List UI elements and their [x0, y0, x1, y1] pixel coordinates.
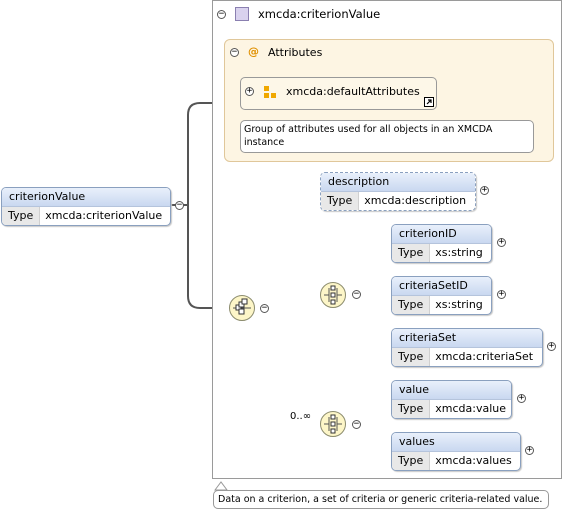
external-link-icon[interactable] [424, 97, 434, 107]
element-criteriaSet[interactable]: criteriaSet Type xmcda:criteriaSet [391, 328, 543, 367]
element-criterionID[interactable]: criterionID Type xs:string [391, 224, 492, 263]
attribute-at-icon: @ [248, 45, 259, 58]
type-value: xmcda:criterionValue [45, 209, 163, 222]
complex-type-icon [235, 7, 249, 21]
type-label: Type [2, 207, 41, 225]
complex-type-name: xmcda:criterionValue [258, 7, 381, 21]
expand-value-button[interactable]: + [517, 394, 526, 403]
element-name: value [392, 381, 511, 400]
choice-icon [324, 414, 342, 434]
collapse-attributes-button[interactable]: − [230, 48, 239, 57]
element-type-row: Type xmcda:criterionValue [2, 207, 170, 225]
element-value[interactable]: value Type xmcda:value [391, 380, 512, 419]
type-value: xmcda:criteriaSet [435, 350, 534, 363]
type-value: xmcda:description [364, 194, 467, 207]
expand-criteriaSetID-button[interactable]: + [497, 290, 506, 299]
element-name: criteriaSet [392, 329, 542, 348]
occurrence-label: 0..∞ [290, 411, 312, 422]
element-type-row: Type xmcda:value [392, 400, 511, 418]
type-label: Type [392, 348, 431, 366]
element-values[interactable]: values Type xmcda:values [391, 432, 521, 471]
expand-attribute-group-button[interactable]: + [245, 87, 254, 96]
element-name: description [321, 173, 475, 192]
element-type-row: Type xmcda:description [321, 192, 475, 210]
expand-criteriaSet-button[interactable]: + [547, 342, 556, 351]
element-name: criteriaSetID [392, 277, 491, 296]
choice-compositor-2[interactable] [320, 411, 346, 437]
type-value: xs:string [435, 246, 483, 259]
type-value: xmcda:values [435, 454, 512, 467]
element-name: criterionValue [2, 188, 170, 207]
type-label: Type [392, 296, 431, 314]
collapse-choice-2-button[interactable]: − [352, 420, 361, 429]
type-label: Type [392, 452, 431, 470]
type-label: Type [321, 192, 360, 210]
collapse-choice-1-button[interactable]: − [352, 290, 361, 299]
type-value: xmcda:value [435, 402, 507, 415]
attributes-label: Attributes [268, 46, 323, 59]
type-label: Type [392, 244, 431, 262]
element-type-row: Type xs:string [392, 296, 491, 314]
attribute-group-icon [264, 86, 276, 98]
type-label: Type [392, 400, 431, 418]
collapse-sequence-button[interactable]: − [260, 304, 269, 313]
choice-compositor-1[interactable] [320, 282, 346, 308]
element-type-row: Type xmcda:criteriaSet [392, 348, 542, 366]
sequence-icon [233, 298, 251, 315]
expand-criterionID-button[interactable]: + [497, 238, 506, 247]
attribute-group-documentation: Group of attributes used for all objects… [240, 120, 534, 153]
type-value: xs:string [435, 298, 483, 311]
element-name: criterionID [392, 225, 491, 244]
attribute-group-name: xmcda:defaultAttributes [286, 85, 420, 98]
choice-icon [324, 285, 342, 305]
collapse-complex-type-button[interactable]: − [217, 10, 226, 19]
element-name: values [392, 433, 520, 452]
element-criteriaSetID[interactable]: criteriaSetID Type xs:string [391, 276, 492, 315]
expand-values-button[interactable]: + [525, 446, 534, 455]
root-element-criterionValue[interactable]: criterionValue Type xmcda:criterionValue [1, 187, 171, 226]
expand-description-button[interactable]: + [480, 186, 489, 195]
element-type-row: Type xs:string [392, 244, 491, 262]
collapse-root-button[interactable]: − [175, 201, 184, 210]
sequence-compositor[interactable] [229, 295, 255, 321]
root-documentation: Data on a criterion, a set of criteria o… [213, 490, 549, 509]
element-type-row: Type xmcda:values [392, 452, 520, 470]
element-description[interactable]: description Type xmcda:description [320, 172, 476, 211]
